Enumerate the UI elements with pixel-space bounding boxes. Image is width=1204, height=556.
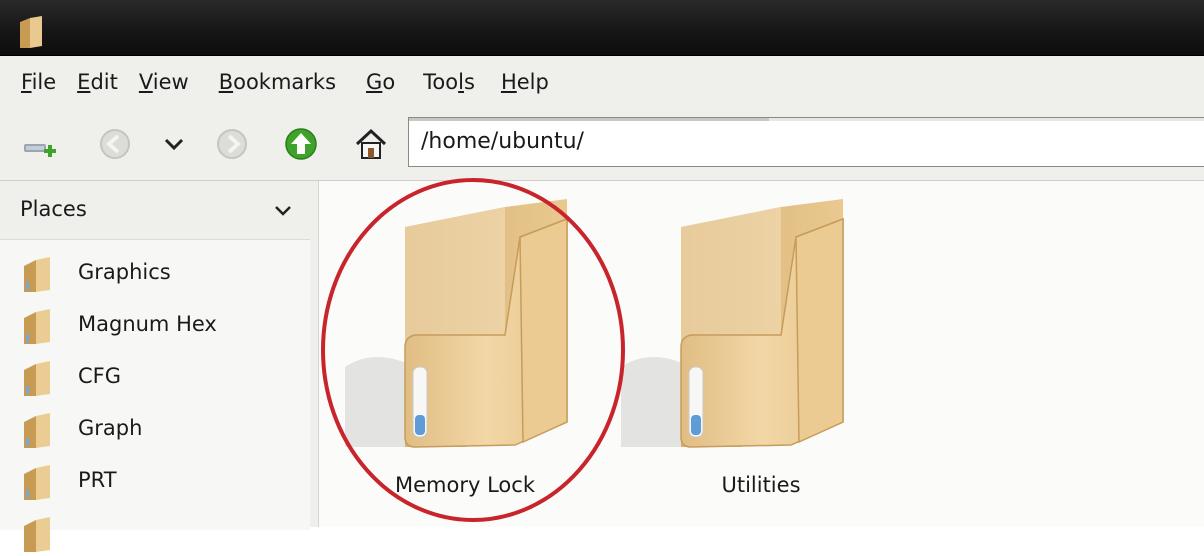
folder-icon [621,199,844,448]
annotation-circle [321,178,625,522]
folder-app-icon [20,16,42,48]
file-label: Utilities [721,473,801,497]
menu-bookmarks-label: ookmarks [233,70,337,94]
menu-edit-mnemonic: E [77,70,91,94]
menu-bookmarks-mnemonic: B [218,70,234,94]
folder-icon [24,361,50,396]
menu-bookmarks[interactable]: Bookmarks [219,70,336,94]
sidebar-item-graphics[interactable]: Graphics [20,252,300,296]
menu-edit-label: dit [90,70,118,94]
up-icon[interactable] [282,125,320,163]
menu-file-mnemonic: F [21,70,32,94]
places-sidebar: Places Graphics Magnum Hex CFG Graph PRT [0,181,319,552]
places-list: Graphics Magnum Hex CFG Graph PRT [0,239,310,552]
forward-icon[interactable] [213,125,251,163]
sidebar-item-label: PRT [78,468,117,492]
folder-icon [24,517,50,552]
menu-view[interactable]: View [139,70,189,94]
sidebar-item-cfg[interactable]: CFG [20,356,300,400]
menu-tools-prefix: Too [423,70,459,94]
menu-go-label: o [382,70,396,94]
sidebar-item-graph[interactable]: Graph [20,408,300,452]
menu-go-mnemonic: G [366,70,383,94]
location-input[interactable]: /home/ubuntu/ [408,117,1204,167]
places-header[interactable]: Places [0,181,310,239]
folder-icon [24,465,50,500]
menu-bar: File Edit View Bookmarks Go Tools Help [0,56,1204,108]
menu-help[interactable]: Help [501,70,549,94]
new-tab-icon[interactable] [20,125,58,163]
history-chevron-icon[interactable] [155,125,193,163]
folder-icon [24,309,50,344]
chevron-down-icon[interactable] [272,200,294,222]
home-icon[interactable] [352,125,390,163]
menu-view-mnemonic: V [138,70,153,94]
menu-go[interactable]: Go [366,70,395,94]
sidebar-item-label: Graph [78,416,143,440]
menu-view-label: iew [152,70,189,94]
menu-help-label: elp [516,70,549,94]
folder-icon [24,413,50,448]
sidebar-item-partial[interactable] [20,512,300,556]
sidebar-item-label: CFG [78,364,122,388]
sidebar-item-label: Graphics [78,260,171,284]
sidebar-item-label: Magnum Hex [78,312,217,336]
menu-file-label: ile [31,70,57,94]
menu-edit[interactable]: Edit [77,70,118,94]
window-titlebar [0,0,1204,56]
places-title: Places [20,197,87,221]
sidebar-item-prt[interactable]: PRT [20,460,300,504]
menu-tools-label: s [463,70,475,94]
back-icon[interactable] [96,125,134,163]
folder-icon [24,257,50,292]
menu-help-mnemonic: H [500,70,517,94]
menu-tools[interactable]: Tools [423,70,475,94]
menu-file[interactable]: File [21,70,56,94]
file-item-utilities[interactable]: Utilities [621,197,881,527]
sidebar-item-magnum-hex[interactable]: Magnum Hex [20,304,300,348]
